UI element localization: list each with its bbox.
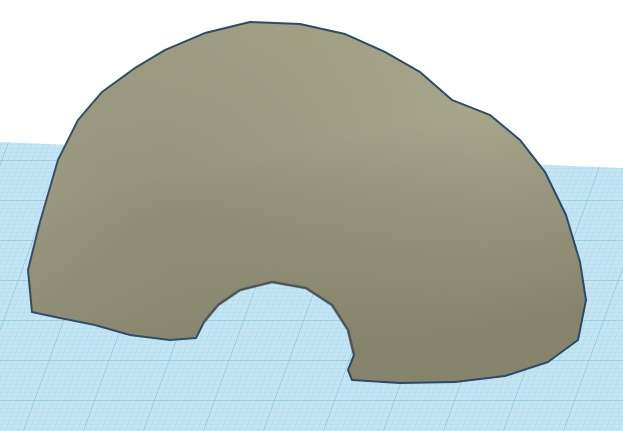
viewport-canvas[interactable] (0, 0, 623, 431)
3d-viewport[interactable] (0, 0, 623, 431)
